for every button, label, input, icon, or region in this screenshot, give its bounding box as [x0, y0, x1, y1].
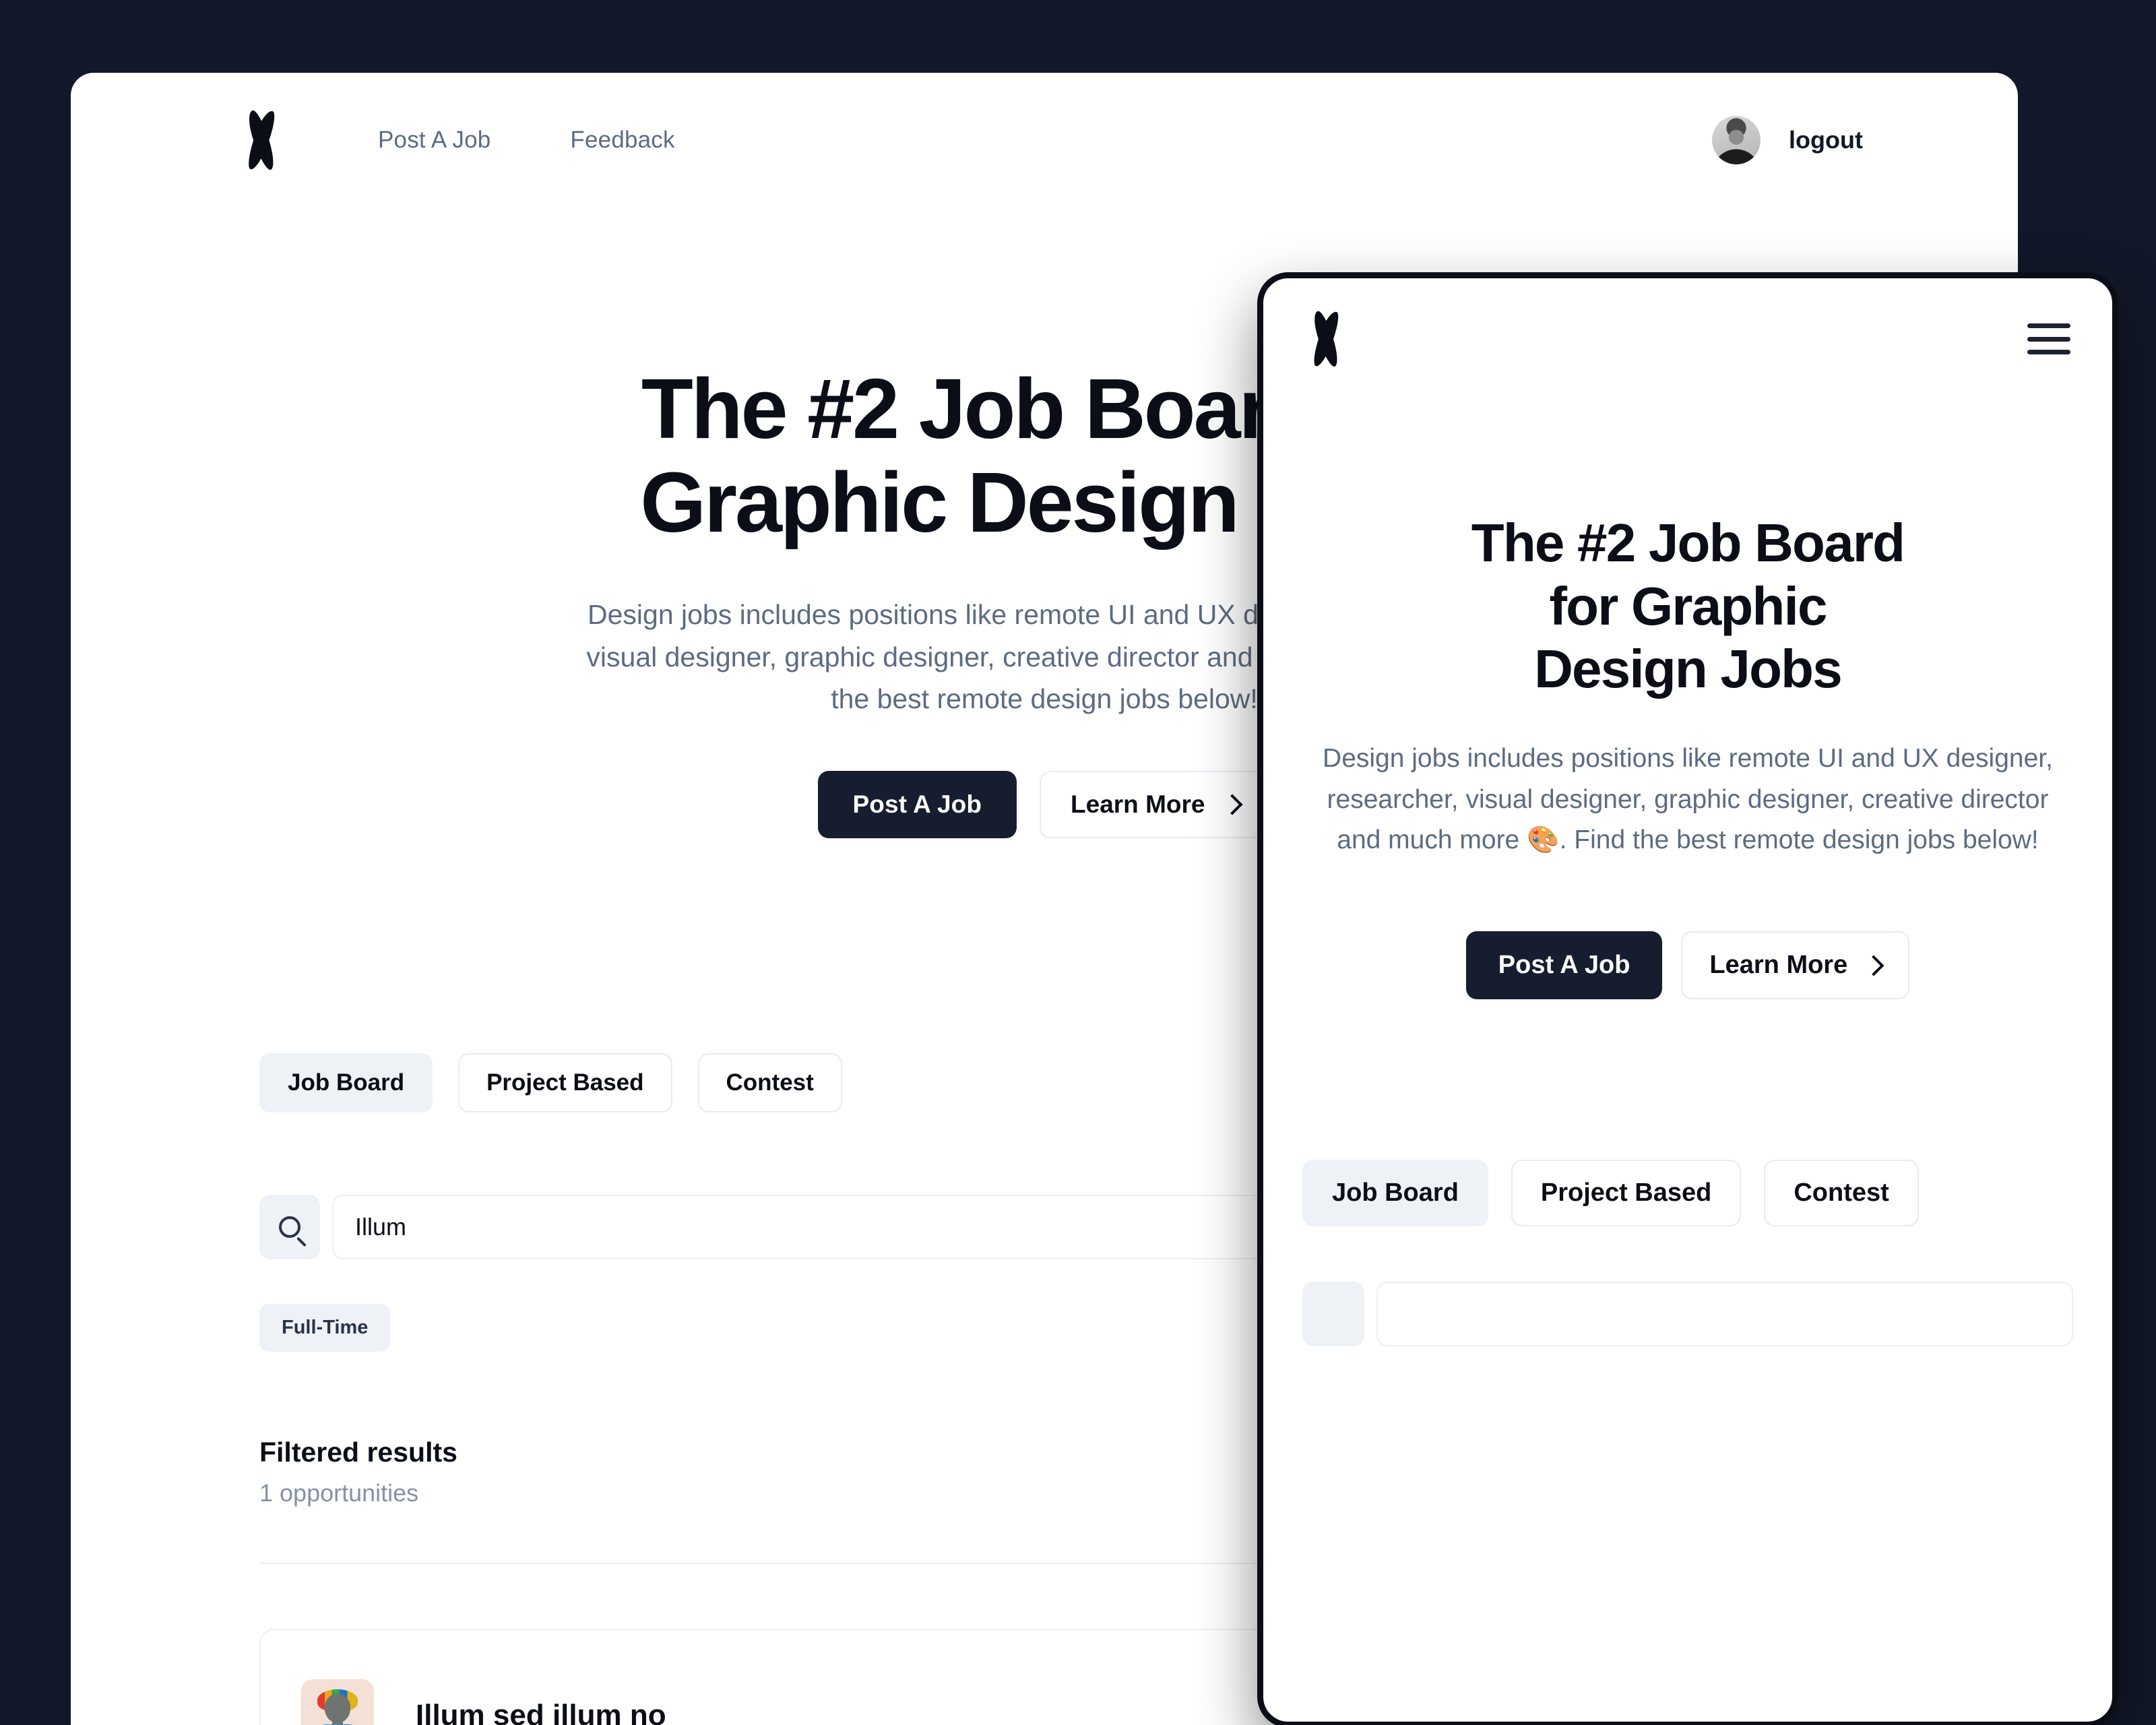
tab-contest[interactable]: Contest — [697, 1053, 842, 1112]
mobile-search-row — [1263, 1282, 2112, 1347]
nav-item-feedback[interactable]: Feedback — [570, 127, 674, 154]
learn-more-button[interactable]: Learn More — [1040, 771, 1271, 839]
screenshot-stage: Post A Job Feedback logout The #2 Job Bo… — [0, 0, 2156, 1725]
filter-chip-full-time[interactable]: Full-Time — [259, 1304, 391, 1352]
desktop-account-area: logout — [1712, 116, 1863, 164]
mobile-page-title-line-2: for Graphic — [1549, 575, 1827, 636]
desktop-nav-links: Post A Job Feedback — [378, 127, 675, 154]
mobile-preview-panel: The #2 Job Board for Graphic Design Jobs… — [1257, 272, 2118, 1725]
tab-job-board[interactable]: Job Board — [259, 1053, 433, 1112]
nav-item-post-a-job[interactable]: Post A Job — [378, 127, 490, 154]
mobile-page-title-line-3: Design Jobs — [1534, 639, 1843, 699]
mobile-tab-project-based[interactable]: Project Based — [1511, 1160, 1742, 1227]
mobile-page-title-line-1: The #2 Job Board — [1471, 513, 1905, 573]
x-logo-icon[interactable] — [239, 108, 284, 172]
mobile-post-a-job-button[interactable]: Post A Job — [1465, 931, 1663, 1000]
mobile-learn-more-label: Learn More — [1709, 951, 1848, 980]
hamburger-menu-icon[interactable] — [2027, 323, 2070, 354]
search-icon[interactable] — [1302, 1282, 1364, 1347]
x-logo-icon[interactable] — [1305, 309, 1347, 369]
mobile-tab-job-board[interactable]: Job Board — [1302, 1160, 1488, 1227]
job-avatar-illustration — [301, 1679, 374, 1725]
mobile-category-tabs: Job Board Project Based Contest — [1263, 1160, 2112, 1227]
avatar[interactable] — [1712, 116, 1761, 164]
mobile-hero-subtitle: Design jobs includes positions like remo… — [1323, 743, 2053, 855]
mobile-hero-cta-group: Post A Job Learn More — [1302, 931, 2073, 1000]
learn-more-label: Learn More — [1071, 790, 1205, 819]
chevron-right-icon — [1863, 955, 1884, 976]
mobile-navbar — [1263, 278, 2112, 400]
logout-button[interactable]: logout — [1789, 126, 1863, 154]
mobile-search-input[interactable] — [1376, 1282, 2073, 1347]
post-a-job-button[interactable]: Post A Job — [817, 771, 1017, 839]
mobile-learn-more-button[interactable]: Learn More — [1681, 931, 1910, 1000]
search-icon[interactable] — [259, 1195, 320, 1259]
tab-project-based[interactable]: Project Based — [458, 1053, 672, 1112]
job-title: Illum sed illum no — [416, 1699, 666, 1725]
mobile-tab-contest[interactable]: Contest — [1764, 1160, 1919, 1227]
mobile-hero: The #2 Job Board for Graphic Design Jobs… — [1263, 511, 2112, 1000]
desktop-navbar: Post A Job Feedback logout — [71, 73, 2018, 208]
chevron-right-icon — [1222, 794, 1244, 815]
